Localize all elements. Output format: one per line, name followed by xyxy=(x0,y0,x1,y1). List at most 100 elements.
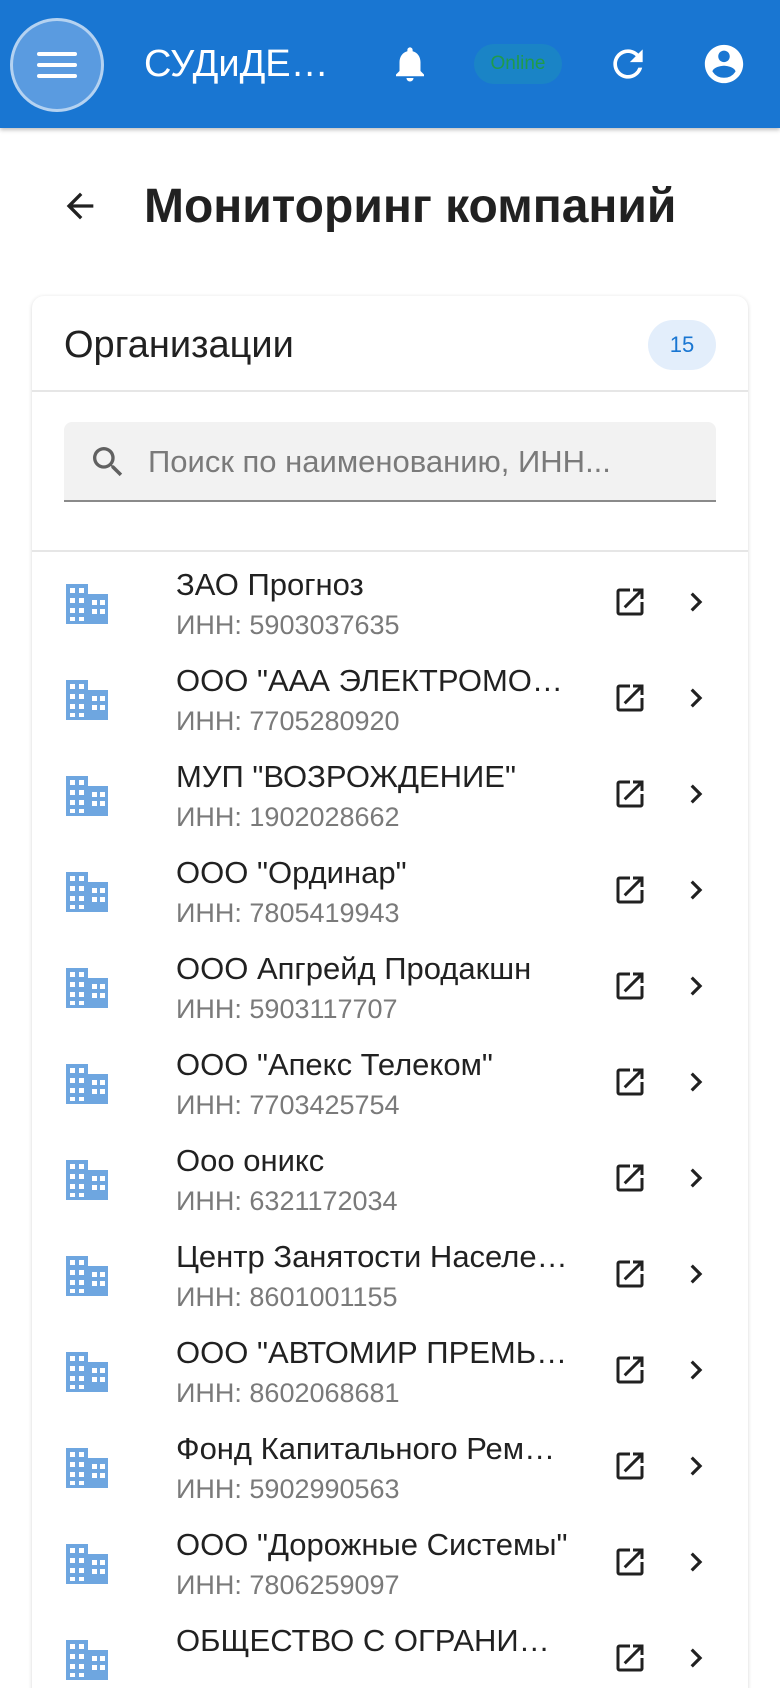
open-in-new-icon xyxy=(616,1068,644,1096)
open-in-new-button[interactable] xyxy=(610,1350,650,1390)
organization-name: ООО "Дорожные Системы" xyxy=(176,1527,568,1562)
chevron-button[interactable] xyxy=(676,1542,716,1582)
open-in-new-icon xyxy=(616,1644,644,1672)
chevron-right-icon xyxy=(690,1456,703,1476)
chevron-right-icon xyxy=(690,1168,703,1188)
building-icon xyxy=(66,1352,108,1392)
search-field[interactable] xyxy=(64,422,716,502)
open-in-new-button[interactable] xyxy=(610,1062,650,1102)
refresh-button[interactable] xyxy=(604,40,652,88)
building-icon xyxy=(66,680,108,720)
chevron-button[interactable] xyxy=(676,774,716,814)
building-icon xyxy=(66,1544,108,1584)
chevron-button[interactable] xyxy=(676,1446,716,1486)
organization-name: МУП "ВОЗРОЖДЕНИЕ" xyxy=(176,759,516,794)
open-in-new-icon xyxy=(616,876,644,904)
open-in-new-button[interactable] xyxy=(610,582,650,622)
chevron-button[interactable] xyxy=(676,1350,716,1390)
chevron-button[interactable] xyxy=(676,1254,716,1294)
organization-name: ООО "ААА ЭЛЕКТРОМО… xyxy=(176,663,563,698)
chevron-button[interactable] xyxy=(676,1158,716,1198)
open-in-new-icon xyxy=(616,972,644,1000)
organization-inn: ИНН: 1902028662 xyxy=(176,802,400,832)
list-item[interactable]: Фонд Капитального Рем… ИНН: 5902990563 xyxy=(32,1416,748,1512)
list-item[interactable]: ООО Апгрейд Продакшн ИНН: 5903117707 xyxy=(32,936,748,1032)
notifications-button[interactable] xyxy=(386,40,434,88)
menu-button[interactable] xyxy=(10,18,104,112)
search-input[interactable] xyxy=(148,436,700,488)
list-item[interactable]: ООО "АВТОМИР ПРЕМЬ… ИНН: 8602068681 xyxy=(32,1320,748,1416)
bell-icon xyxy=(396,47,424,82)
open-in-new-icon xyxy=(616,1164,644,1192)
chevron-right-icon xyxy=(690,1072,703,1092)
refresh-icon xyxy=(613,49,643,79)
organization-inn: ИНН: 5903037635 xyxy=(176,610,400,640)
chevron-button[interactable] xyxy=(676,1062,716,1102)
chevron-button[interactable] xyxy=(676,678,716,718)
status-badge: Online xyxy=(474,44,562,84)
list-item[interactable]: МУП "ВОЗРОЖДЕНИЕ" ИНН: 1902028662 xyxy=(32,744,748,840)
app-bar: СУДиДЕ… Online xyxy=(0,0,780,128)
organization-name: ЗАО Прогноз xyxy=(176,567,364,602)
open-in-new-icon xyxy=(616,1260,644,1288)
app-title: СУДиДЕ… xyxy=(144,43,329,85)
open-in-new-button[interactable] xyxy=(610,1542,650,1582)
building-icon xyxy=(66,1064,108,1104)
list-item[interactable]: ЗАО Прогноз ИНН: 5903037635 xyxy=(32,552,748,648)
organization-name: ОБЩЕСТВО С ОГРАНИ… xyxy=(176,1623,550,1658)
organizations-card: Организации 15 ЗАО Прогно xyxy=(32,296,748,1688)
page-title: Мониторинг компаний xyxy=(144,180,677,233)
organization-inn: ИНН: 5902990563 xyxy=(176,1474,400,1504)
account-button[interactable] xyxy=(700,40,748,88)
card-header: Организации 15 xyxy=(32,296,748,392)
organization-inn: ИНН: 5903117707 xyxy=(176,994,398,1024)
open-in-new-icon xyxy=(616,1356,644,1384)
chevron-right-icon xyxy=(690,784,703,804)
organization-name: ООО Апгрейд Продакшн xyxy=(176,951,532,986)
search-area xyxy=(32,392,748,552)
open-in-new-icon xyxy=(616,588,644,616)
chevron-button[interactable] xyxy=(676,582,716,622)
chevron-button[interactable] xyxy=(676,870,716,910)
organization-name: Фонд Капитального Рем… xyxy=(176,1431,556,1466)
organization-name: ООО "АВТОМИР ПРЕМЬ… xyxy=(176,1335,568,1370)
open-in-new-button[interactable] xyxy=(610,870,650,910)
chevron-right-icon xyxy=(690,1264,703,1284)
list-item[interactable]: ООО "Дорожные Системы" ИНН: 7806259097 xyxy=(32,1512,748,1608)
open-in-new-button[interactable] xyxy=(610,774,650,814)
list-item[interactable]: ООО "Апекс Телеком" ИНН: 7703425754 xyxy=(32,1032,748,1128)
open-in-new-icon xyxy=(616,780,644,808)
building-icon xyxy=(66,872,108,912)
chevron-right-icon xyxy=(690,1552,703,1572)
list-item[interactable]: Центр Занятости Населе… ИНН: 8601001155 xyxy=(32,1224,748,1320)
chevron-button[interactable] xyxy=(676,1638,716,1678)
chevron-right-icon xyxy=(690,688,703,708)
organization-inn: ИНН: 6321172034 xyxy=(176,1186,398,1216)
organization-name: Ооо оникс xyxy=(176,1143,325,1178)
building-icon xyxy=(66,1448,108,1488)
chevron-right-icon xyxy=(690,592,703,612)
back-button[interactable] xyxy=(56,182,104,230)
building-icon xyxy=(66,968,108,1008)
open-in-new-button[interactable] xyxy=(610,1638,650,1678)
chevron-right-icon xyxy=(690,880,703,900)
list-item[interactable]: ООО "Ординар" ИНН: 7805419943 xyxy=(32,840,748,936)
open-in-new-button[interactable] xyxy=(610,1158,650,1198)
organization-name: ООО "Апекс Телеком" xyxy=(176,1047,493,1082)
open-in-new-icon xyxy=(616,684,644,712)
list-item[interactable]: ООО "ААА ЭЛЕКТРОМО… ИНН: 7705280920 xyxy=(32,648,748,744)
open-in-new-button[interactable] xyxy=(610,678,650,718)
list-item[interactable]: ОБЩЕСТВО С ОГРАНИ… xyxy=(32,1608,748,1688)
open-in-new-button[interactable] xyxy=(610,1446,650,1486)
arrow-back-icon xyxy=(66,192,94,220)
open-in-new-button[interactable] xyxy=(610,966,650,1006)
chevron-right-icon xyxy=(690,1648,703,1668)
organizations-list: ЗАО Прогноз ИНН: 5903037635 ООО "ААА ЭЛЕ… xyxy=(32,552,748,1688)
building-icon xyxy=(66,1160,108,1200)
building-icon xyxy=(66,776,108,816)
open-in-new-button[interactable] xyxy=(610,1254,650,1294)
list-item[interactable]: Ооо оникс ИНН: 6321172034 xyxy=(32,1128,748,1224)
chevron-button[interactable] xyxy=(676,966,716,1006)
organization-inn: ИНН: 7703425754 xyxy=(176,1090,400,1120)
building-icon xyxy=(66,1256,108,1296)
